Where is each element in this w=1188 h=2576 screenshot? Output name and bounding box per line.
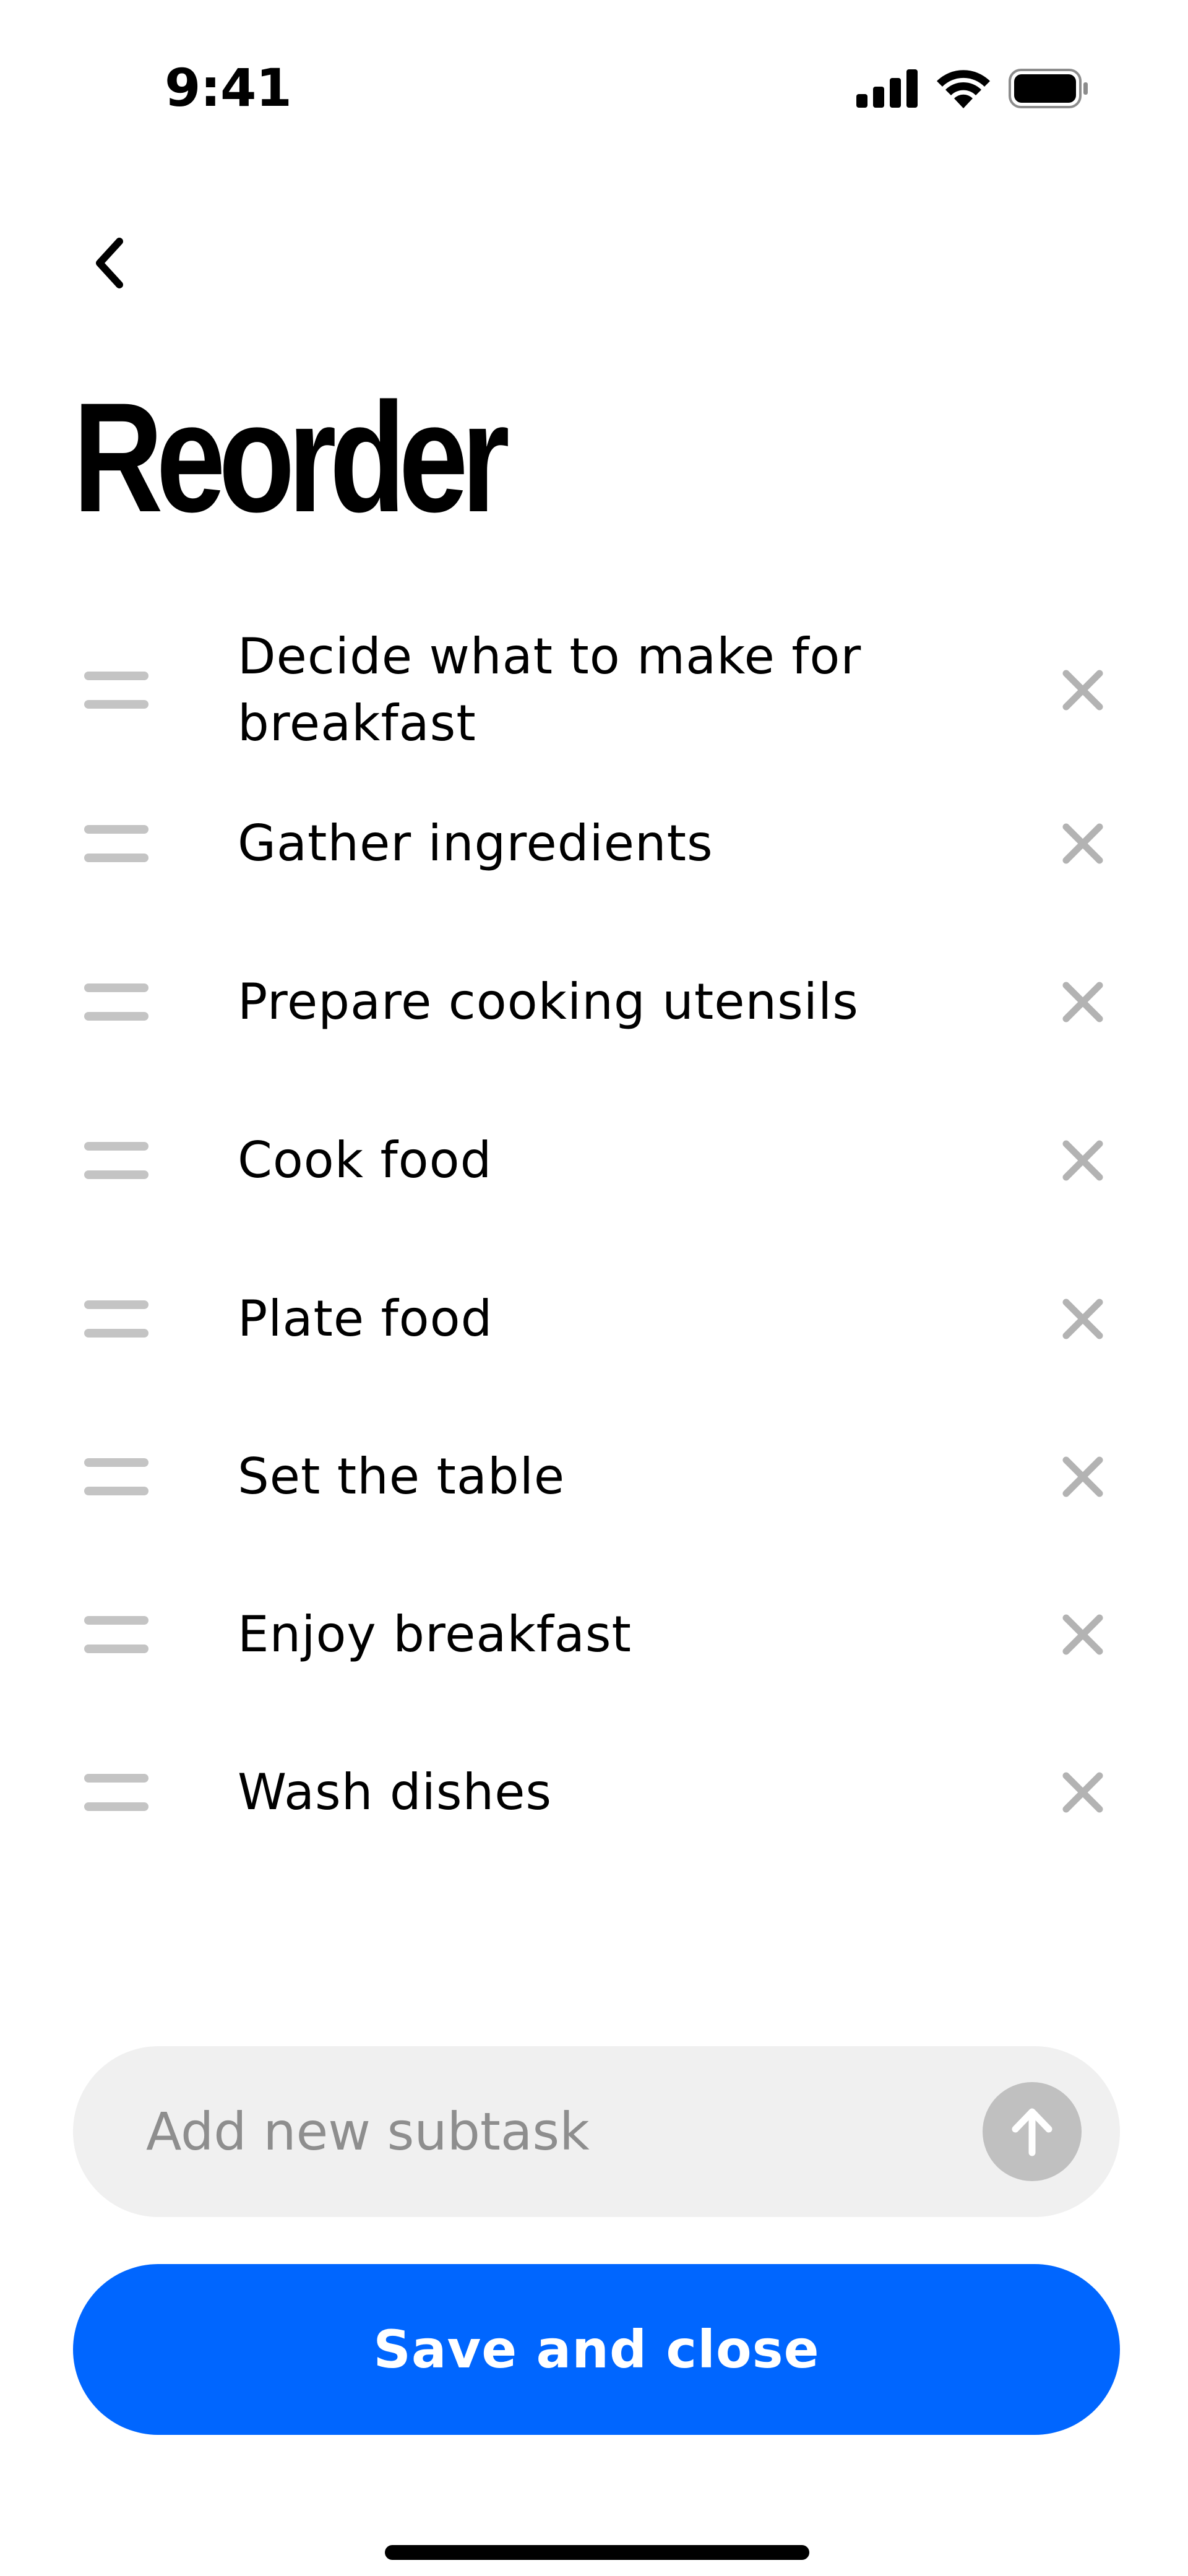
- add-subtask-field: [73, 2046, 1120, 2217]
- submit-subtask-button[interactable]: [983, 2082, 1082, 2181]
- drag-handle-icon[interactable]: [84, 983, 148, 1021]
- page-title: Reorder: [73, 371, 510, 545]
- remove-subtask-button[interactable]: [1052, 1761, 1114, 1823]
- drag-handle-icon[interactable]: [84, 1615, 148, 1653]
- close-icon: [1062, 823, 1103, 864]
- home-indicator: [385, 2545, 809, 2560]
- status-time: 9:41: [165, 58, 292, 118]
- remove-subtask-button[interactable]: [1052, 1604, 1114, 1666]
- subtask-label: Wash dishes: [238, 1763, 553, 1821]
- battery-icon: [1009, 69, 1088, 108]
- save-and-close-button[interactable]: Save and close: [73, 2264, 1120, 2435]
- subtask-label: Cook food: [238, 1131, 493, 1189]
- subtask-item: Prepare cooking utensils: [0, 923, 1188, 1081]
- subtask-label: Enjoy breakfast: [238, 1605, 632, 1663]
- subtask-item: Gather ingredients: [0, 764, 1188, 923]
- drag-handle-icon[interactable]: [84, 825, 148, 862]
- close-icon: [1062, 1140, 1103, 1181]
- subtask-item: Enjoy breakfast: [0, 1555, 1188, 1713]
- subtask-list: Decide what to make for breakfast Gather…: [0, 616, 1188, 1871]
- remove-subtask-button[interactable]: [1052, 971, 1114, 1033]
- subtask-item: Plate food: [0, 1240, 1188, 1398]
- close-icon: [1062, 670, 1103, 711]
- add-subtask-input[interactable]: [146, 2046, 981, 2217]
- subtask-item: Set the table: [0, 1398, 1188, 1555]
- remove-subtask-button[interactable]: [1052, 1446, 1114, 1508]
- remove-subtask-button[interactable]: [1052, 1288, 1114, 1350]
- arrow-up-icon: [1012, 2108, 1052, 2156]
- close-icon: [1062, 982, 1103, 1022]
- status-icons: [856, 67, 1089, 110]
- close-icon: [1062, 1456, 1103, 1497]
- remove-subtask-button[interactable]: [1052, 813, 1114, 875]
- wifi-icon: [937, 70, 990, 108]
- close-icon: [1062, 1772, 1103, 1812]
- drag-handle-icon[interactable]: [84, 1458, 148, 1495]
- subtask-item: Wash dishes: [0, 1713, 1188, 1871]
- subtask-item: Decide what to make for breakfast: [0, 616, 1188, 764]
- chevron-left-icon: [96, 238, 123, 288]
- remove-subtask-button[interactable]: [1052, 1130, 1114, 1191]
- cellular-signal-icon: [856, 69, 918, 108]
- remove-subtask-button[interactable]: [1052, 659, 1114, 721]
- close-icon: [1062, 1299, 1103, 1339]
- close-icon: [1062, 1614, 1103, 1654]
- subtask-label: Plate food: [238, 1289, 493, 1347]
- subtask-label: Prepare cooking utensils: [238, 973, 859, 1031]
- drag-handle-icon[interactable]: [84, 1300, 148, 1338]
- drag-handle-icon[interactable]: [84, 1773, 148, 1811]
- subtask-item: Cook food: [0, 1081, 1188, 1240]
- subtask-label: Decide what to make for breakfast: [238, 628, 862, 752]
- status-bar: 9:41: [0, 0, 1188, 173]
- drag-handle-icon[interactable]: [84, 672, 148, 709]
- subtask-label: Set the table: [238, 1447, 566, 1505]
- back-button[interactable]: [74, 223, 142, 303]
- drag-handle-icon[interactable]: [84, 1142, 148, 1179]
- subtask-label: Gather ingredients: [238, 815, 713, 872]
